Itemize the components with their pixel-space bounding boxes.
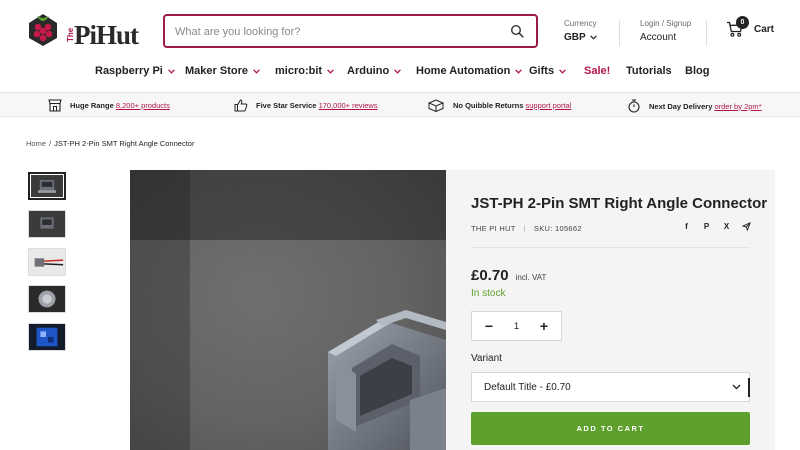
quantity-value[interactable]: 1 — [514, 321, 519, 332]
facebook-icon[interactable]: f — [682, 222, 691, 231]
benefit-title: Five Star Service — [256, 101, 317, 110]
benefit-five-star-service: Five Star Service 170,000+ reviews — [234, 99, 378, 112]
chevron-down-icon — [559, 68, 566, 74]
search-box[interactable] — [163, 14, 538, 48]
nav-item-microbit[interactable]: micro:bit — [275, 65, 334, 77]
chevron-down-icon — [253, 68, 260, 74]
variant-selected-value: Default Title - £0.70 — [484, 381, 571, 393]
decrease-quantity-button[interactable]: − — [483, 318, 495, 334]
breadcrumb: Home / JST-PH 2-Pin SMT Right Angle Connec… — [26, 139, 194, 148]
cart-label: Cart — [754, 23, 775, 35]
benefit-title: No Quibble Returns — [453, 101, 524, 110]
nav-label: Raspberry Pi — [95, 65, 163, 77]
breadcrumb-home[interactable]: Home — [26, 139, 46, 148]
currency-label: Currency — [564, 19, 597, 28]
chevron-down-icon — [394, 68, 402, 74]
nav-label: Home Automation — [416, 65, 511, 77]
nav-item-blog[interactable]: Blog — [685, 65, 709, 77]
currency-selector[interactable]: Currency GBP — [564, 19, 597, 43]
product-info-panel: JST-PH 2-Pin SMT Right Angle Connector T… — [446, 170, 775, 450]
benefit-huge-range: Huge Range 8,200+ products — [48, 99, 170, 112]
cart-count-badge: 0 — [736, 16, 749, 29]
share-buttons: f P X — [682, 222, 751, 231]
nav-label: Maker Store — [185, 65, 248, 77]
product-thumbnail[interactable] — [28, 323, 66, 351]
chevron-down-icon — [732, 384, 741, 390]
nav-label: Sale! — [584, 65, 611, 77]
pihut-logo[interactable]: The PiHut — [26, 12, 139, 52]
nav-label: Tutorials — [626, 65, 672, 77]
price-tax-note: incl. VAT — [515, 273, 547, 282]
stock-status: In stock — [471, 288, 506, 299]
benefit-link[interactable]: support portal — [526, 101, 572, 110]
nav-label: micro:bit — [275, 65, 323, 77]
product-main-image[interactable] — [130, 170, 446, 450]
variant-select[interactable]: Default Title - £0.70 — [471, 372, 750, 402]
product-price: £0.70 incl. VAT — [471, 267, 546, 284]
product-sku: SKU: 105662 — [533, 224, 582, 233]
benefits-strip: Huge Range 8,200+ products Five Star Ser… — [0, 92, 800, 117]
account-label: Account — [640, 32, 677, 43]
chevron-down-icon — [515, 68, 523, 74]
nav-item-sale[interactable]: Sale! — [584, 65, 610, 77]
product-title: JST-PH 2-Pin SMT Right Angle Connector — [471, 195, 768, 212]
variant-label: Variant — [471, 353, 502, 364]
box-icon — [427, 99, 445, 112]
meta-separator: | — [523, 224, 526, 233]
product-thumbnail[interactable] — [28, 285, 66, 313]
header-divider — [619, 20, 620, 46]
stopwatch-icon — [628, 99, 640, 113]
breadcrumb-current: JST-PH 2-Pin SMT Right Angle Connector — [54, 139, 195, 148]
cart-icon: 0 — [726, 16, 749, 38]
logo-wordmark: PiHut — [74, 20, 139, 50]
nav-label: Gifts — [529, 65, 555, 77]
chevron-down-icon — [589, 35, 597, 40]
nav-item-tutorials[interactable]: Tutorials — [626, 65, 672, 77]
site-header: The PiHut Currency GBP Login / Signup Ac… — [0, 0, 800, 92]
shop-icon — [48, 99, 62, 112]
product-thumbnail[interactable] — [28, 172, 66, 200]
benefit-title: Next Day Delivery — [649, 101, 713, 111]
info-divider — [471, 247, 750, 248]
benefit-link[interactable]: order by 2pm* — [714, 102, 761, 111]
product-thumbnail[interactable] — [28, 248, 66, 276]
price-amount: £0.70 — [471, 267, 509, 284]
nav-item-home-automation[interactable]: Home Automation — [416, 65, 523, 77]
product-meta: The Pi Hut | SKU: 105662 — [471, 224, 582, 233]
quantity-stepper: − 1 + — [471, 311, 562, 341]
nav-label: Arduino — [347, 65, 390, 77]
pinterest-icon[interactable]: P — [702, 222, 711, 231]
product-vendor[interactable]: The Pi Hut — [471, 224, 516, 233]
nav-item-gifts[interactable]: Gifts — [529, 65, 566, 77]
header-divider — [706, 20, 707, 46]
currency-value[interactable]: GBP — [564, 32, 597, 43]
chevron-down-icon — [327, 68, 334, 74]
benefit-next-day-delivery: Next Day Delivery order by 2pm* — [627, 99, 762, 113]
cart-link[interactable]: 0 Cart — [726, 16, 775, 38]
benefit-link[interactable]: 8,200+ products — [116, 101, 170, 110]
nav-item-raspberry-pi[interactable]: Raspberry Pi — [95, 65, 175, 77]
nav-item-arduino[interactable]: Arduino — [347, 65, 402, 77]
add-to-cart-button[interactable]: ADD TO CART — [471, 412, 750, 445]
main-nav: Raspberry Pi Maker Store micro:bit Ardui… — [0, 60, 800, 84]
product-thumbnail[interactable] — [28, 210, 66, 238]
chevron-down-icon — [168, 68, 175, 74]
search-icon[interactable] — [510, 24, 524, 38]
account-link[interactable]: Login / Signup Account — [640, 19, 691, 43]
breadcrumb-separator: / — [49, 139, 52, 148]
benefit-link[interactable]: 170,000+ reviews — [319, 101, 378, 110]
email-share-icon[interactable] — [742, 222, 751, 231]
thumbs-up-icon — [234, 99, 248, 112]
login-signup-label: Login / Signup — [640, 19, 692, 28]
benefit-title: Huge Range — [70, 101, 114, 110]
currency-code: GBP — [564, 32, 586, 43]
twitter-x-icon[interactable]: X — [722, 222, 731, 231]
nav-label: Blog — [685, 65, 710, 77]
increase-quantity-button[interactable]: + — [538, 318, 550, 334]
benefit-no-quibble-returns: No Quibble Returns support portal — [427, 99, 571, 112]
nav-item-maker-store[interactable]: Maker Store — [185, 65, 260, 77]
search-input[interactable] — [175, 23, 495, 41]
raspberry-logo-icon — [29, 14, 57, 46]
